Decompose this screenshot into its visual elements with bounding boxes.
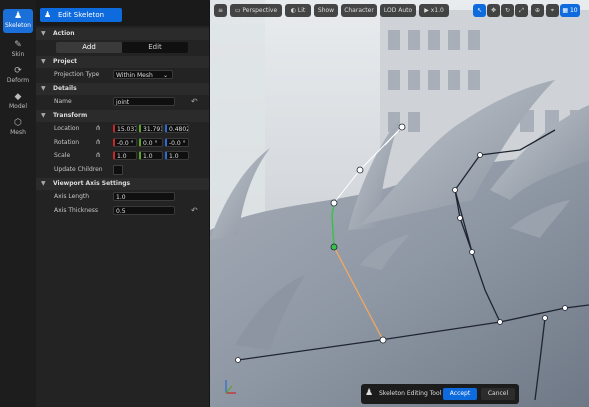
chevron-down-icon: ▼ — [41, 85, 46, 92]
section-transform[interactable]: ▼ Transform — [36, 110, 209, 122]
chevron-down-icon: ▼ — [41, 180, 46, 187]
viewport-menu-button[interactable]: ≡ — [214, 4, 227, 17]
edit-skeleton-button[interactable]: ♟ Edit Skeleton — [40, 8, 122, 22]
panel-header: ♟ Edit Skeleton — [36, 0, 209, 26]
scale-icon: ⤢ — [519, 7, 524, 14]
chevron-down-icon: ⌄ — [162, 72, 168, 79]
lock-icon[interactable]: ⋔ — [95, 151, 101, 160]
scale-z-input[interactable]: 1.0 — [165, 151, 189, 160]
chevron-down-icon: ▼ — [41, 112, 46, 119]
chevron-down-icon: ▼ — [41, 58, 46, 65]
tool-skin[interactable]: ✎ Skin — [3, 38, 33, 62]
tool-mesh[interactable]: ⬡ Mesh — [3, 116, 33, 140]
tool-name-label: Skeleton Editing Tool — [379, 390, 442, 397]
surface-snap-button[interactable]: ⌖ — [546, 4, 559, 17]
translate-tool-button[interactable]: ✥ — [487, 4, 500, 17]
grid-snap-button[interactable]: ▦ 10 — [560, 4, 580, 17]
details-panel: ♟ Edit Skeleton ▼ Action Add Edit ▼ Proj… — [36, 0, 209, 407]
update-children-checkbox[interactable] — [113, 165, 123, 175]
add-mode-button[interactable]: Add — [56, 42, 122, 53]
world-space-button[interactable]: ⊕ — [531, 4, 544, 17]
rotation-y-input[interactable]: 0.0 ° — [139, 138, 163, 147]
axis-thickness-input[interactable]: 0.5 — [113, 206, 175, 215]
tool-action-bar: ♟ Skeleton Editing Tool Accept Cancel — [361, 384, 519, 404]
axis-length-input[interactable]: 1.0 — [113, 192, 175, 201]
mode-toolbar: ♟ Skeleton ✎ Skin ⟳ Deform ◆ Model ⬡ Mes… — [0, 0, 37, 407]
section-viewport-axis[interactable]: ▼ Viewport Axis Settings — [36, 178, 209, 190]
location-x-input[interactable]: 15.037 — [113, 124, 137, 133]
lod-button[interactable]: LOD Auto — [380, 4, 416, 17]
cancel-button[interactable]: Cancel — [481, 388, 515, 400]
name-input[interactable]: joint — [113, 97, 175, 106]
scale-label: Scale — [54, 152, 71, 159]
lock-icon[interactable]: ⋔ — [95, 138, 101, 147]
section-action[interactable]: ▼ Action — [36, 28, 209, 40]
location-y-input[interactable]: 31.791 — [139, 124, 163, 133]
reset-icon[interactable]: ↶ — [191, 97, 198, 106]
scale-y-input[interactable]: 1.0 — [139, 151, 163, 160]
rotation-x-input[interactable]: -0.0 ° — [113, 138, 137, 147]
preview-overlay-text: Previewing Reference Pose — [213, 19, 294, 26]
reset-icon[interactable]: ↶ — [191, 206, 198, 215]
mesh-icon: ⬡ — [14, 118, 22, 128]
tool-model[interactable]: ◆ Model — [3, 90, 33, 114]
show-button[interactable]: Show — [314, 4, 338, 17]
tool-skeleton[interactable]: ♟ Skeleton — [3, 9, 33, 33]
axis-thickness-label: Axis Thickness — [54, 207, 99, 214]
rotation-z-input[interactable]: -0.0 ° — [165, 138, 189, 147]
skin-icon: ✎ — [14, 40, 22, 50]
perspective-button[interactable]: ▭ Perspective — [230, 4, 282, 17]
viewport[interactable]: ≡ ▭ Perspective ◐ Lit Show Character LOD… — [210, 0, 589, 407]
rotation-label: Rotation — [54, 139, 80, 146]
location-z-input[interactable]: 0.4802 — [165, 124, 189, 133]
move-icon: ✥ — [490, 7, 497, 14]
skeleton-icon: ♟ — [365, 388, 374, 398]
character-button[interactable]: Character — [341, 4, 377, 17]
projection-type-dropdown[interactable]: Within Mesh ⌄ — [113, 70, 173, 79]
snap-icon: ⌖ — [550, 7, 555, 14]
edit-mode-button[interactable]: Edit — [122, 42, 188, 53]
select-tool-button[interactable]: ↖ — [473, 4, 486, 17]
update-children-label: Update Children — [54, 166, 103, 173]
name-label: Name — [54, 98, 72, 105]
skeleton-icon: ♟ — [13, 11, 23, 21]
grid-icon: ▦ — [562, 7, 570, 14]
rotate-icon: ↻ — [504, 7, 511, 14]
chevron-down-icon: ▼ — [41, 30, 46, 37]
accept-button[interactable]: Accept — [443, 388, 477, 400]
scale-x-input[interactable]: 1.0 — [113, 151, 137, 160]
globe-icon: ⊕ — [534, 7, 541, 14]
deform-icon: ⟳ — [14, 66, 22, 76]
rotate-tool-button[interactable]: ↻ — [501, 4, 514, 17]
section-details[interactable]: ▼ Details — [36, 83, 209, 95]
axis-length-label: Axis Length — [54, 193, 90, 200]
cursor-icon: ↖ — [476, 7, 483, 14]
projection-type-label: Projection Type — [54, 71, 100, 78]
skeleton-icon: ♟ — [44, 10, 52, 19]
hamburger-icon: ≡ — [217, 7, 224, 14]
scale-tool-button[interactable]: ⤢ — [515, 4, 528, 17]
lit-icon: ◐ — [290, 7, 298, 14]
viewport-scene[interactable] — [210, 0, 589, 407]
section-project[interactable]: ▼ Project — [36, 56, 209, 68]
model-icon: ◆ — [14, 92, 22, 102]
lit-button[interactable]: ◐ Lit — [285, 4, 311, 17]
tool-deform[interactable]: ⟳ Deform — [3, 64, 33, 88]
location-label: Location — [54, 125, 80, 132]
lock-icon[interactable]: ⋔ — [95, 124, 101, 133]
playback-speed-button[interactable]: ▶ x1.0 — [419, 4, 449, 17]
